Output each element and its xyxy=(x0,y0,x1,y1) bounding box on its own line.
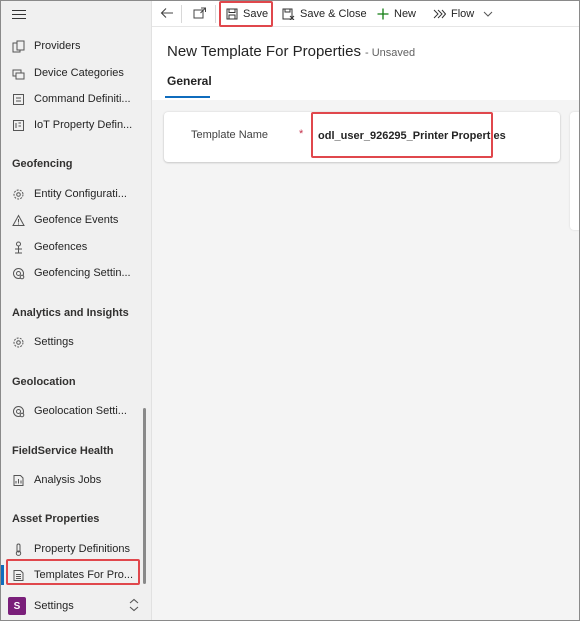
sidebar-item-providers[interactable]: Providers xyxy=(1,34,149,58)
back-button[interactable] xyxy=(160,1,179,27)
analysis-jobs-icon xyxy=(11,473,25,487)
sidebar-item-geolocation-settings[interactable]: Geolocation Setti... xyxy=(1,399,149,423)
sidebar-item-label: Property Definitions xyxy=(34,543,130,555)
save-close-label: Save & Close xyxy=(300,8,367,20)
form-header: New Template For Properties - Unsaved Gen… xyxy=(152,28,579,100)
sidebar-item-entity-configurations[interactable]: Entity Configurati... xyxy=(1,182,149,206)
command-definitions-icon xyxy=(11,92,25,106)
plus-icon xyxy=(377,8,389,20)
gear-icon xyxy=(11,335,25,349)
sidebar-item-templates-for-properties[interactable]: Templates For Pro... xyxy=(1,563,149,587)
providers-icon xyxy=(11,39,25,53)
chevron-up-down-icon xyxy=(128,598,140,615)
nav-group-geolocation: Geolocation xyxy=(12,376,76,388)
side-panel-edge xyxy=(570,112,579,230)
area-badge: S xyxy=(8,597,26,615)
sidebar-item-settings[interactable]: Settings xyxy=(1,330,149,354)
sidebar-item-iot-property-definitions[interactable]: IoT Property Defin... xyxy=(1,113,149,137)
iot-property-icon xyxy=(11,118,25,132)
nav-group-geofencing: Geofencing xyxy=(12,158,73,170)
divider xyxy=(181,5,182,23)
tab-general[interactable]: General xyxy=(167,74,212,88)
open-in-new-window-button[interactable] xyxy=(193,1,212,27)
flow-button[interactable]: Flow xyxy=(433,1,498,27)
save-button[interactable]: Save xyxy=(226,1,268,27)
save-disk-icon xyxy=(226,8,238,20)
save-label: Save xyxy=(243,8,269,20)
sidebar-item-label: Command Definiti... xyxy=(34,93,131,105)
general-section-card: Template Name * odl_user_926295_Printer … xyxy=(164,112,560,162)
sidebar-item-label: Device Categories xyxy=(34,67,124,79)
sidebar-item-label: Geofence Events xyxy=(34,214,119,226)
save-close-icon xyxy=(282,8,295,20)
sidebar-item-geofences[interactable]: Geofences xyxy=(1,235,149,259)
device-categories-icon xyxy=(11,66,25,80)
area-label: Settings xyxy=(34,600,74,612)
template-name-field[interactable]: odl_user_926295_Printer Properties xyxy=(318,125,506,147)
sidebar-item-geofencing-settings[interactable]: Geofencing Settin... xyxy=(1,261,149,285)
sidebar-item-label: Templates For Pro... xyxy=(34,569,134,581)
flow-label: Flow xyxy=(451,8,475,20)
form-area: New Template For Properties - Unsaved Gen… xyxy=(152,28,579,620)
hamburger-menu-icon[interactable] xyxy=(12,7,26,21)
sidebar-item-device-categories[interactable]: Device Categories xyxy=(1,61,149,85)
sidebar-scrollbar[interactable] xyxy=(143,408,146,584)
person-pin-icon xyxy=(11,240,25,254)
sidebar-item-property-definitions[interactable]: Property Definitions xyxy=(1,537,149,561)
form-title: New Template For Properties xyxy=(167,43,361,60)
warning-triangle-icon xyxy=(11,213,25,227)
sidebar-item-label: IoT Property Defin... xyxy=(34,119,133,131)
sidebar-item-command-definitions[interactable]: Command Definiti... xyxy=(1,87,149,111)
sidebar-item-label: Analysis Jobs xyxy=(34,474,102,486)
thermometer-icon xyxy=(11,542,25,556)
area-switcher[interactable]: S Settings xyxy=(1,592,151,620)
required-indicator: * xyxy=(299,128,304,140)
back-arrow-icon xyxy=(160,7,179,22)
location-settings-icon xyxy=(11,266,25,280)
sitemap-sidebar: Providers Device Categories Command Defi… xyxy=(1,1,152,620)
sidebar-item-label: Settings xyxy=(34,336,74,348)
save-status: - Unsaved xyxy=(364,47,416,59)
nav-group-fieldservice-health: FieldService Health xyxy=(12,445,114,457)
sidebar-item-analysis-jobs[interactable]: Analysis Jobs xyxy=(1,468,149,492)
gear-icon xyxy=(11,187,25,201)
template-name-label: Template Name xyxy=(191,129,269,141)
app-window: Providers Device Categories Command Defi… xyxy=(0,0,580,621)
sidebar-item-geofence-events[interactable]: Geofence Events xyxy=(1,208,149,232)
command-bar: Save Save & Close New Flow xyxy=(152,1,579,27)
flow-icon xyxy=(433,9,446,19)
open-new-window-icon xyxy=(193,7,212,22)
new-label: New xyxy=(394,8,417,20)
sidebar-item-label: Geofencing Settin... xyxy=(34,267,131,279)
save-and-close-button[interactable]: Save & Close xyxy=(282,1,367,27)
location-settings-icon xyxy=(11,404,25,418)
nav-group-asset-properties: Asset Properties xyxy=(12,513,100,525)
page-title: New Template For Properties - Unsaved xyxy=(167,43,415,60)
sidebar-item-label: Entity Configurati... xyxy=(34,188,127,200)
sidebar-item-label: Providers xyxy=(34,40,81,52)
tab-selected-indicator xyxy=(165,96,210,98)
document-icon xyxy=(11,568,25,582)
divider xyxy=(215,5,216,23)
chevron-down-icon xyxy=(483,8,498,20)
sidebar-item-label: Geolocation Setti... xyxy=(34,405,127,417)
new-button[interactable]: New xyxy=(377,1,416,27)
sidebar-item-label: Geofences xyxy=(34,241,88,253)
nav-group-analytics: Analytics and Insights xyxy=(12,307,129,319)
